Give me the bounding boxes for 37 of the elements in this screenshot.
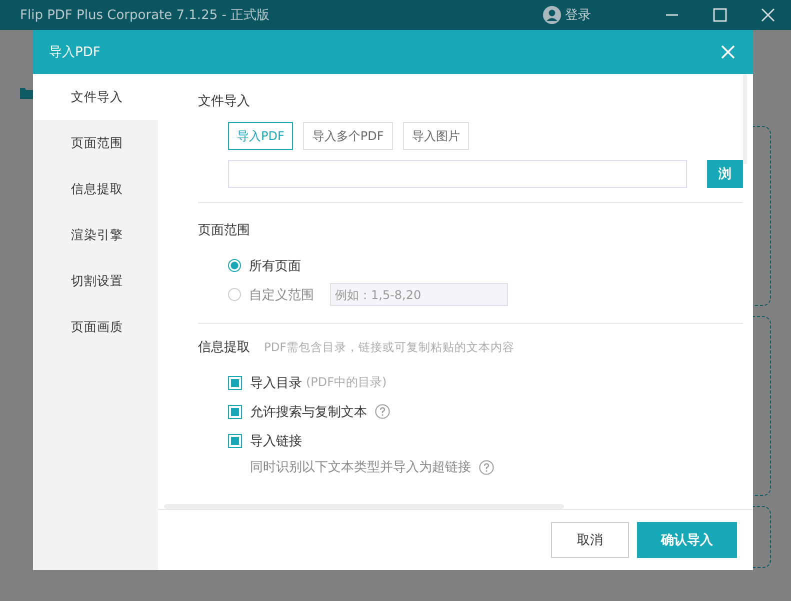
dialog-title: 导入PDF — [49, 44, 100, 61]
radio-button[interactable] — [228, 259, 241, 272]
file-path-field[interactable] — [228, 160, 687, 188]
sidebar-item[interactable]: 文件导入 — [33, 74, 158, 120]
option-label: 导入目录 — [250, 374, 302, 392]
option-note: (PDF中的目录) — [306, 374, 387, 391]
option-label: 自定义范围 — [249, 286, 314, 304]
section-title: 文件导入 — [198, 93, 251, 110]
checkbox[interactable] — [228, 404, 242, 418]
sidebar-item[interactable]: 切割设置 — [33, 258, 158, 304]
help-icon[interactable] — [479, 460, 494, 474]
checkbox[interactable] — [228, 434, 242, 448]
help-icon[interactable] — [375, 404, 390, 419]
scrollbar[interactable] — [164, 504, 564, 509]
window-title: Flip PDF Plus Corporate 7.1.25 - 正式版 — [20, 7, 270, 24]
login-link[interactable]: 登录 — [565, 6, 591, 24]
checkbox[interactable] — [228, 376, 242, 390]
sidebar-item[interactable]: 页面范围 — [33, 120, 158, 166]
close-icon[interactable] — [761, 8, 775, 22]
cancel-button[interactable]: 取消 — [551, 522, 629, 558]
import-tab[interactable]: 导入图片 — [402, 122, 469, 150]
option-label: 所有页面 — [249, 258, 301, 274]
sidebar-item[interactable]: 信息提取 — [33, 166, 158, 212]
folder-icon — [20, 86, 34, 100]
sidebar-item[interactable]: 页面画质 — [33, 304, 158, 350]
option-label: 导入链接 — [250, 432, 302, 450]
radio-button[interactable] — [228, 288, 241, 301]
maximize-icon[interactable] — [713, 8, 727, 22]
option-label: 允许搜索与复制文本 — [250, 404, 367, 420]
option-label: 同时识别以下文本类型并导入为超链接 — [250, 459, 471, 476]
hint-text: PDF需包含目录，链接或可复制粘贴的文本内容 — [264, 340, 514, 355]
section-title: 信息提取 — [198, 339, 250, 356]
user-icon — [543, 6, 561, 24]
section-title: 页面范围 — [198, 222, 251, 239]
range-field[interactable]: 例如：1,5-8,20 — [330, 283, 508, 306]
sidebar-item[interactable]: 渲染引擎 — [33, 212, 158, 258]
import-tab[interactable]: 导入多个PDF — [303, 122, 393, 150]
